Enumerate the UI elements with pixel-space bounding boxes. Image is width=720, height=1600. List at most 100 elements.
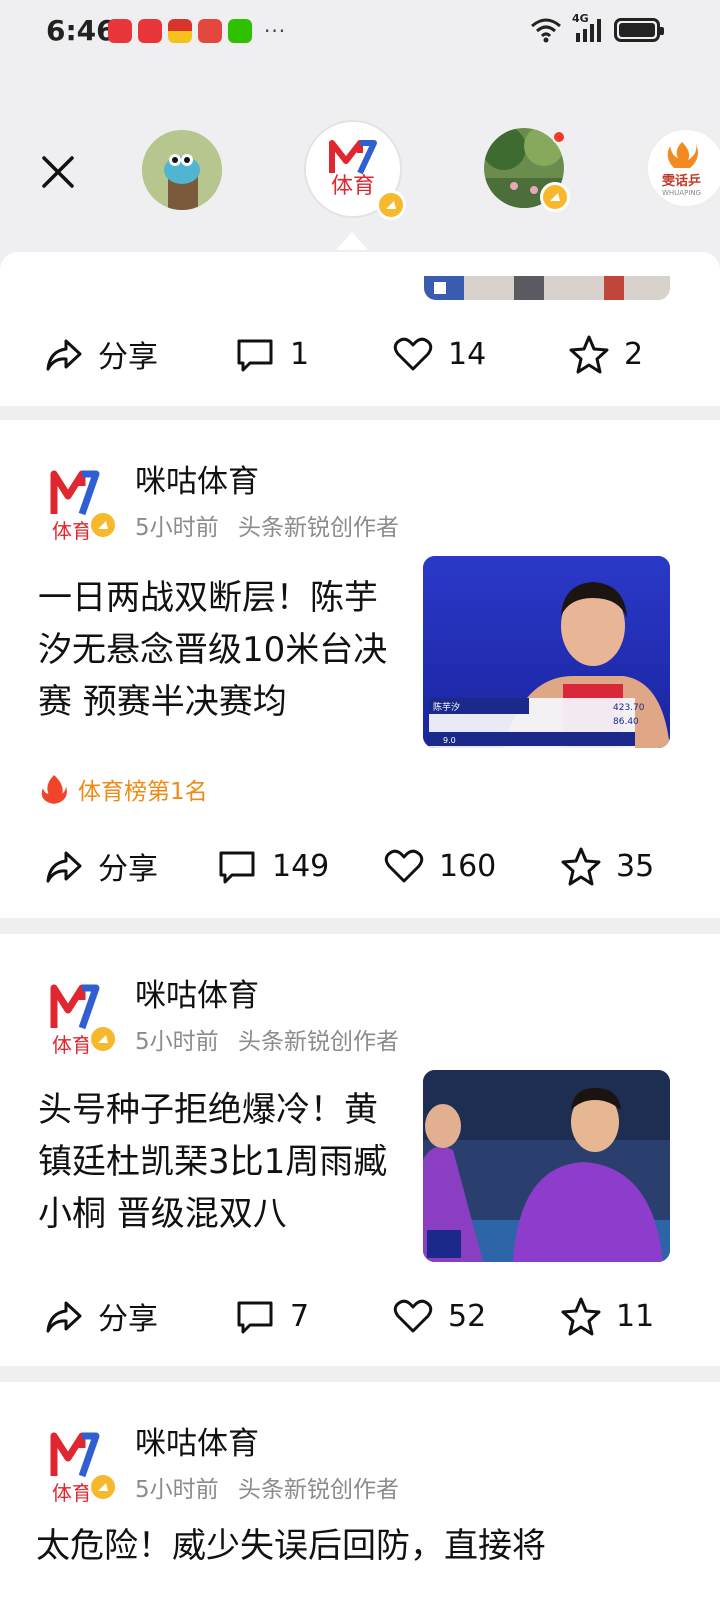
post-meta: 5小时前 头条新锐创作者 bbox=[135, 508, 399, 542]
new-content-dot bbox=[552, 130, 566, 144]
feed-card: 分享 1 14 2 bbox=[0, 252, 720, 406]
star-icon bbox=[569, 335, 609, 374]
notification-icons: ··· bbox=[108, 19, 286, 43]
post-image-partial[interactable] bbox=[424, 276, 670, 300]
action-bar: 分享 149 160 35 bbox=[0, 836, 720, 896]
more-notifications-icon: ··· bbox=[264, 19, 287, 43]
comment-button[interactable]: 7 bbox=[234, 1295, 309, 1337]
share-label: 分享 bbox=[98, 340, 158, 375]
reader-app-icon bbox=[198, 19, 222, 43]
post-thumbnail[interactable]: 陈芋汐 423.70 86.40 9.0 bbox=[423, 556, 670, 748]
comment-icon bbox=[237, 1301, 273, 1334]
share-button[interactable]: 分享 bbox=[42, 844, 158, 888]
like-button[interactable]: 52 bbox=[392, 1295, 486, 1337]
favorite-count: 11 bbox=[616, 1298, 655, 1334]
author-avatar[interactable]: 体育 bbox=[40, 978, 120, 1058]
avatar-nature[interactable] bbox=[484, 128, 570, 212]
news-app-icon bbox=[168, 19, 192, 43]
huawei-app-icon bbox=[138, 19, 162, 43]
creator-badge: 头条新锐创作者 bbox=[237, 1477, 399, 1503]
selection-pointer bbox=[336, 232, 368, 250]
post-headline[interactable]: 头号种子拒绝爆冷！黄镇廷杜凯琹3比1周雨臧小桐 晋级混双八 bbox=[38, 1084, 410, 1240]
partial-avatar-text: 雯话乒 bbox=[662, 173, 702, 189]
comment-count: 149 bbox=[272, 848, 330, 884]
table-tennis-thumbnail-image bbox=[423, 1070, 670, 1262]
post-meta: 5小时前 头条新锐创作者 bbox=[135, 1470, 399, 1504]
avatar-cartoon[interactable] bbox=[142, 130, 222, 210]
post-thumbnail[interactable] bbox=[423, 1070, 670, 1262]
share-label: 分享 bbox=[98, 852, 158, 887]
post-time: 5小时前 bbox=[135, 1477, 219, 1503]
diving-thumbnail-image: 陈芋汐 423.70 86.40 9.0 bbox=[423, 556, 670, 748]
creator-badge: 头条新锐创作者 bbox=[237, 515, 399, 541]
post-headline[interactable]: 一日两战双断层！陈芋汐无悬念晋级10米台决赛 预赛半决赛均 bbox=[38, 572, 410, 728]
author-name[interactable]: 咪咕体育 bbox=[135, 1418, 259, 1463]
share-icon bbox=[46, 1301, 82, 1333]
svg-text:体育: 体育 bbox=[52, 519, 92, 543]
post-headline[interactable]: 太危险！威少失误后回防，直接将 bbox=[36, 1518, 546, 1567]
comment-icon bbox=[219, 851, 255, 884]
fire-icon bbox=[41, 775, 67, 804]
favorite-count: 35 bbox=[616, 848, 655, 884]
action-bar: 分享 1 14 2 bbox=[0, 324, 720, 384]
comment-button[interactable]: 1 bbox=[234, 333, 309, 375]
cellular-signal-icon: 4G bbox=[572, 12, 604, 44]
like-button[interactable]: 160 bbox=[383, 845, 496, 887]
post-meta: 5小时前 头条新锐创作者 bbox=[135, 1022, 399, 1056]
scoreboard-score1: 423.70 bbox=[613, 703, 645, 713]
clock: 6:46 bbox=[46, 14, 116, 47]
share-button[interactable]: 分享 bbox=[42, 1294, 158, 1338]
action-bar: 分享 7 52 11 bbox=[0, 1286, 720, 1346]
verified-badge-icon bbox=[540, 182, 570, 212]
share-icon bbox=[46, 339, 82, 371]
like-count: 52 bbox=[448, 1298, 487, 1334]
star-icon bbox=[561, 847, 601, 886]
like-count: 14 bbox=[448, 336, 487, 372]
feed-card[interactable]: 体育 咪咕体育 5小时前 头条新锐创作者 太危险！威少失误后回防，直接将 bbox=[0, 1382, 720, 1600]
author-name[interactable]: 咪咕体育 bbox=[135, 970, 259, 1015]
ranking-label: 体育榜第1名 bbox=[78, 779, 208, 805]
battery-icon bbox=[614, 18, 664, 42]
cartoon-avatar-image bbox=[142, 130, 222, 210]
share-button[interactable]: 分享 bbox=[42, 332, 158, 376]
avatar-partial[interactable]: 雯话乒 WHUAPING bbox=[646, 128, 720, 208]
post-time: 5小时前 bbox=[135, 515, 219, 541]
favorite-button[interactable]: 11 bbox=[560, 1295, 654, 1337]
share-label: 分享 bbox=[98, 1302, 158, 1337]
star-icon bbox=[561, 1297, 601, 1336]
verified-badge-icon bbox=[88, 510, 118, 540]
post-time: 5小时前 bbox=[135, 1029, 219, 1055]
comment-count: 7 bbox=[290, 1298, 310, 1334]
favorite-button[interactable]: 35 bbox=[560, 845, 654, 887]
author-avatar[interactable]: 体育 bbox=[40, 464, 120, 544]
scoreboard-value: 9.0 bbox=[443, 736, 456, 745]
share-icon bbox=[46, 851, 82, 883]
ranking-tag[interactable]: 体育榜第1名 bbox=[40, 772, 208, 806]
flame-logo-icon bbox=[667, 141, 698, 168]
favorite-button[interactable]: 2 bbox=[568, 333, 643, 375]
feed-card[interactable]: 体育 咪咕体育 5小时前 头条新锐创作者 头号种子拒绝爆冷！黄镇廷杜凯琹3比1周… bbox=[0, 934, 720, 1366]
heart-icon bbox=[384, 849, 424, 883]
migu-logo-text: 体育 bbox=[330, 174, 375, 199]
heart-icon bbox=[393, 337, 433, 371]
author-avatar[interactable]: 体育 bbox=[40, 1426, 120, 1506]
comment-button[interactable]: 149 bbox=[216, 845, 329, 887]
favorite-count: 2 bbox=[624, 336, 644, 372]
feed-card[interactable]: 体育 咪咕体育 5小时前 头条新锐创作者 一日两战双断层！陈芋汐无悬念晋级10米… bbox=[0, 420, 720, 918]
avatar-migu-sports[interactable]: 体育 bbox=[304, 120, 406, 220]
partial-avatar-subtext: WHUAPING bbox=[662, 188, 702, 197]
verified-badge-icon bbox=[88, 1024, 118, 1054]
comment-icon bbox=[237, 339, 273, 372]
author-name[interactable]: 咪咕体育 bbox=[135, 456, 259, 501]
close-icon[interactable] bbox=[36, 150, 80, 194]
verified-badge-icon bbox=[376, 190, 406, 220]
huawei-app-icon bbox=[108, 19, 132, 43]
wifi-icon bbox=[531, 18, 561, 43]
scoreboard-score2: 86.40 bbox=[613, 717, 639, 727]
migu-logo-icon bbox=[329, 140, 377, 175]
creator-badge: 头条新锐创作者 bbox=[237, 1029, 399, 1055]
like-button[interactable]: 14 bbox=[392, 333, 486, 375]
status-bar: 6:46 ··· 4G bbox=[0, 0, 720, 64]
wechat-app-icon bbox=[228, 19, 252, 43]
comment-count: 1 bbox=[290, 336, 310, 372]
